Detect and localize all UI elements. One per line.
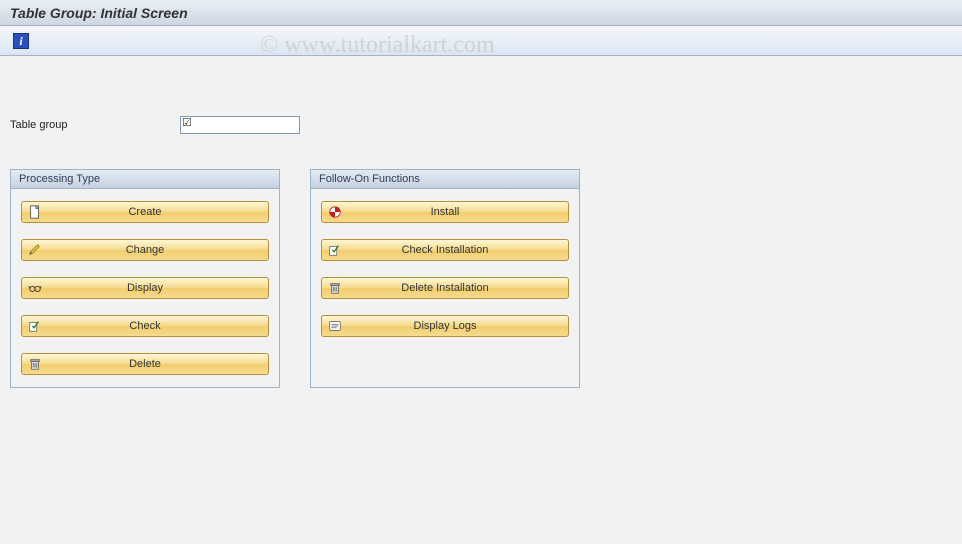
- delete-install-trash-icon: [326, 279, 344, 297]
- table-group-label: Table group: [10, 119, 180, 131]
- title-bar: Table Group: Initial Screen: [0, 0, 962, 26]
- table-group-input[interactable]: [180, 116, 300, 134]
- delete-label: Delete: [44, 358, 264, 370]
- app-toolbar: i: [0, 26, 962, 56]
- check-button[interactable]: Check: [21, 315, 269, 337]
- delete-install-button[interactable]: Delete Installation: [321, 277, 569, 299]
- display-logs-label: Display Logs: [344, 320, 564, 332]
- main-content: Table group ☑ Processing Type Create Cha…: [0, 56, 962, 398]
- follow-on-title: Follow-On Functions: [311, 170, 579, 189]
- install-label: Install: [344, 206, 564, 218]
- check-install-icon: [326, 241, 344, 259]
- create-button[interactable]: Create: [21, 201, 269, 223]
- change-button[interactable]: Change: [21, 239, 269, 261]
- table-group-row: Table group ☑: [10, 116, 952, 134]
- check-install-label: Check Installation: [344, 244, 564, 256]
- delete-button[interactable]: Delete: [21, 353, 269, 375]
- page-title: Table Group: Initial Screen: [10, 5, 188, 21]
- display-label: Display: [44, 282, 264, 294]
- create-label: Create: [44, 206, 264, 218]
- install-icon: [326, 203, 344, 221]
- install-button[interactable]: Install: [321, 201, 569, 223]
- check-icon: [26, 317, 44, 335]
- delete-install-label: Delete Installation: [344, 282, 564, 294]
- display-button[interactable]: Display: [21, 277, 269, 299]
- processing-type-title: Processing Type: [11, 170, 279, 189]
- processing-type-group: Processing Type Create Change Display: [10, 169, 280, 388]
- info-button[interactable]: i: [10, 30, 32, 52]
- logs-icon: [326, 317, 344, 335]
- display-logs-button[interactable]: Display Logs: [321, 315, 569, 337]
- pencil-icon: [26, 241, 44, 259]
- check-install-button[interactable]: Check Installation: [321, 239, 569, 261]
- create-icon: [26, 203, 44, 221]
- panels-row: Processing Type Create Change Display: [10, 169, 952, 388]
- glasses-icon: [26, 279, 44, 297]
- check-label: Check: [44, 320, 264, 332]
- trash-icon: [26, 355, 44, 373]
- info-icon: i: [13, 33, 29, 49]
- change-label: Change: [44, 244, 264, 256]
- follow-on-group: Follow-On Functions Install Check Instal…: [310, 169, 580, 388]
